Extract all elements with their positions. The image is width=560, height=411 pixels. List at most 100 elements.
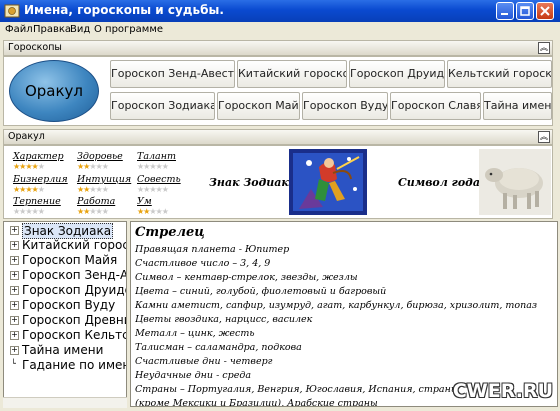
- rating-stars: ★★★★★: [13, 185, 68, 194]
- attribute-work: Работа ★★★★★: [77, 196, 115, 216]
- attribute-character: Характер ★★★★★: [13, 151, 64, 171]
- tree-item-label[interactable]: Гороскоп Зенд-Ав: [22, 268, 126, 282]
- rating-stars: ★★★★★: [77, 185, 131, 194]
- description-line: Правящая планета - Юпитер: [135, 244, 290, 255]
- attribute-label: Ум: [137, 196, 152, 207]
- window-title: Имена, гороскопы и судьбы.: [24, 3, 224, 17]
- attribute-label: Здоровье: [77, 151, 123, 162]
- sagittarius-image: [289, 149, 367, 215]
- star-empty-icon: ★: [37, 185, 45, 194]
- collapse-oracle-button[interactable]: ︽: [538, 131, 550, 143]
- attribute-label: Совесть: [137, 174, 181, 185]
- tree-horizontal-scrollbar[interactable]: [3, 397, 127, 408]
- description-line: Камни аметист, сапфир, изумруд, агат, ка…: [135, 300, 538, 311]
- oracle-button[interactable]: Оракул: [9, 60, 99, 122]
- attribute-mind: Ум ★★★★★: [137, 196, 169, 216]
- attribute-patience: Терпение ★★★★★: [13, 196, 61, 216]
- attribute-label: Талант: [137, 151, 176, 162]
- chevron-up-icon: ︽: [540, 43, 548, 52]
- horoscopes-panel-header: Гороскопы ︽: [3, 40, 553, 56]
- expand-icon[interactable]: +: [10, 271, 19, 280]
- tree-item-label[interactable]: Гороскоп Майя: [22, 253, 117, 267]
- menu-file[interactable]: Файл: [5, 24, 33, 35]
- druids-button[interactable]: Гороскоп Друидов: [349, 60, 445, 88]
- tree-item-label[interactable]: Китайский гороско: [22, 238, 126, 252]
- menu-about[interactable]: О программе: [94, 24, 163, 35]
- attribute-energy: Бизнерлия ★★★★★: [13, 174, 68, 194]
- slavic-button[interactable]: Гороскоп Славян: [390, 92, 481, 120]
- star-empty-icon: ★: [37, 162, 45, 171]
- description-line: Страны – Португалия, Венгрия, Югославия,…: [135, 384, 459, 395]
- horoscopes-panel-title: Гороскопы: [8, 42, 62, 53]
- description-line: (кроме Мексики и Бразилии), Арабские стр…: [135, 398, 378, 407]
- tree-line-icon: └: [11, 359, 16, 368]
- expand-icon[interactable]: +: [10, 256, 19, 265]
- category-tree[interactable]: + Знак Зодиака + Китайский гороско + Гор…: [3, 221, 127, 407]
- maya-button[interactable]: Гороскоп Майя: [217, 92, 300, 120]
- menu-edit[interactable]: Правка: [33, 24, 71, 35]
- tree-item-label[interactable]: Гороскоп Вуду: [22, 298, 115, 312]
- sign-heading: Стрелец: [135, 225, 205, 240]
- celtic-button[interactable]: Кельтский гороскоп: [447, 60, 552, 88]
- expand-icon[interactable]: +: [10, 331, 19, 340]
- tree-item-label[interactable]: Гороскоп Друидов: [22, 283, 126, 297]
- oracle-panel: Характер ★★★★★ Здоровье ★★★★★ Талант ★★★…: [3, 145, 553, 219]
- collapse-horoscopes-button[interactable]: ︽: [538, 42, 550, 54]
- expand-icon[interactable]: +: [10, 226, 19, 235]
- description-line: Цвета – синий, голубой, фиолетовый и баг…: [135, 286, 387, 297]
- description-line: Счастливое число – 3, 4, 9: [135, 258, 271, 269]
- menu-view[interactable]: Вид: [70, 24, 90, 35]
- maximize-button[interactable]: [516, 2, 534, 20]
- tree-item-label[interactable]: Гороскоп Кельтск: [22, 328, 126, 342]
- attribute-label: Характер: [13, 151, 64, 162]
- chevron-up-icon: ︽: [540, 132, 548, 141]
- sheep-image: [479, 149, 551, 215]
- star-empty-icon: ★: [101, 185, 109, 194]
- attribute-health: Здоровье ★★★★★: [77, 151, 123, 171]
- attribute-intuition: Интуиция ★★★★★: [77, 174, 131, 194]
- oracle-label: Оракул: [24, 82, 84, 100]
- close-button[interactable]: [536, 2, 554, 20]
- attribute-talent: Талант ★★★★★: [137, 151, 176, 171]
- attribute-conscience: Совесть ★★★★★: [137, 174, 181, 194]
- description-line: Неудачные дни - среда: [135, 370, 252, 381]
- rating-stars: ★★★★★: [77, 207, 115, 216]
- expand-icon[interactable]: +: [10, 241, 19, 250]
- rating-stars: ★★★★★: [77, 162, 123, 171]
- attribute-label: Работа: [77, 196, 116, 207]
- tree-item-label[interactable]: Гороскоп Древни: [22, 313, 126, 327]
- minimize-button[interactable]: [496, 2, 514, 20]
- star-empty-icon: ★: [161, 162, 169, 171]
- star-empty-icon: ★: [161, 207, 169, 216]
- attribute-label: Интуиция: [77, 174, 132, 185]
- voodoo-button[interactable]: Гороскоп Вуду: [302, 92, 388, 120]
- rating-stars: ★★★★★: [137, 207, 169, 216]
- tree-item-label[interactable]: Знак Зодиака: [22, 223, 114, 239]
- app-icon: [4, 4, 20, 18]
- watermark-logo: CWER.RU: [452, 380, 553, 402]
- name-secret-button[interactable]: Тайна имени: [483, 92, 552, 120]
- tree-item-label[interactable]: Тайна имени: [22, 343, 103, 357]
- expand-icon[interactable]: +: [10, 346, 19, 355]
- star-empty-icon: ★: [101, 207, 109, 216]
- chinese-button[interactable]: Китайский гороскоп: [237, 60, 347, 88]
- year-symbol-caption: Символ года: [398, 176, 480, 189]
- expand-icon[interactable]: +: [10, 286, 19, 295]
- expand-icon[interactable]: +: [10, 301, 19, 310]
- horoscopes-panel: Оракул Гороскоп Зенд-Авесты Китайский го…: [3, 56, 553, 126]
- description-line: Талисман – саламандра, подкова: [135, 342, 302, 353]
- tree-item-label[interactable]: Гадание по имен: [22, 358, 126, 372]
- description-line: Символ – кентавр-стрелок, звезды, жезлы: [135, 272, 358, 283]
- description-line: Металл – цинк, жесть: [135, 328, 255, 339]
- zodiac-button[interactable]: Гороскоп Зодиака: [110, 92, 215, 120]
- title-bar[interactable]: Имена, гороскопы и судьбы.: [0, 0, 560, 22]
- rating-stars: ★★★★★: [137, 185, 181, 194]
- expand-icon[interactable]: +: [10, 316, 19, 325]
- close-icon: [540, 6, 550, 16]
- maximize-icon: [520, 6, 530, 16]
- rating-stars: ★★★★★: [13, 162, 64, 171]
- description-line: Счастливые дни - четверг: [135, 356, 273, 367]
- description-panel: Стрелец Правящая планета - Юпитер Счастл…: [130, 221, 558, 407]
- star-empty-icon: ★: [37, 207, 45, 216]
- zend-avesta-button[interactable]: Гороскоп Зенд-Авесты: [110, 60, 235, 88]
